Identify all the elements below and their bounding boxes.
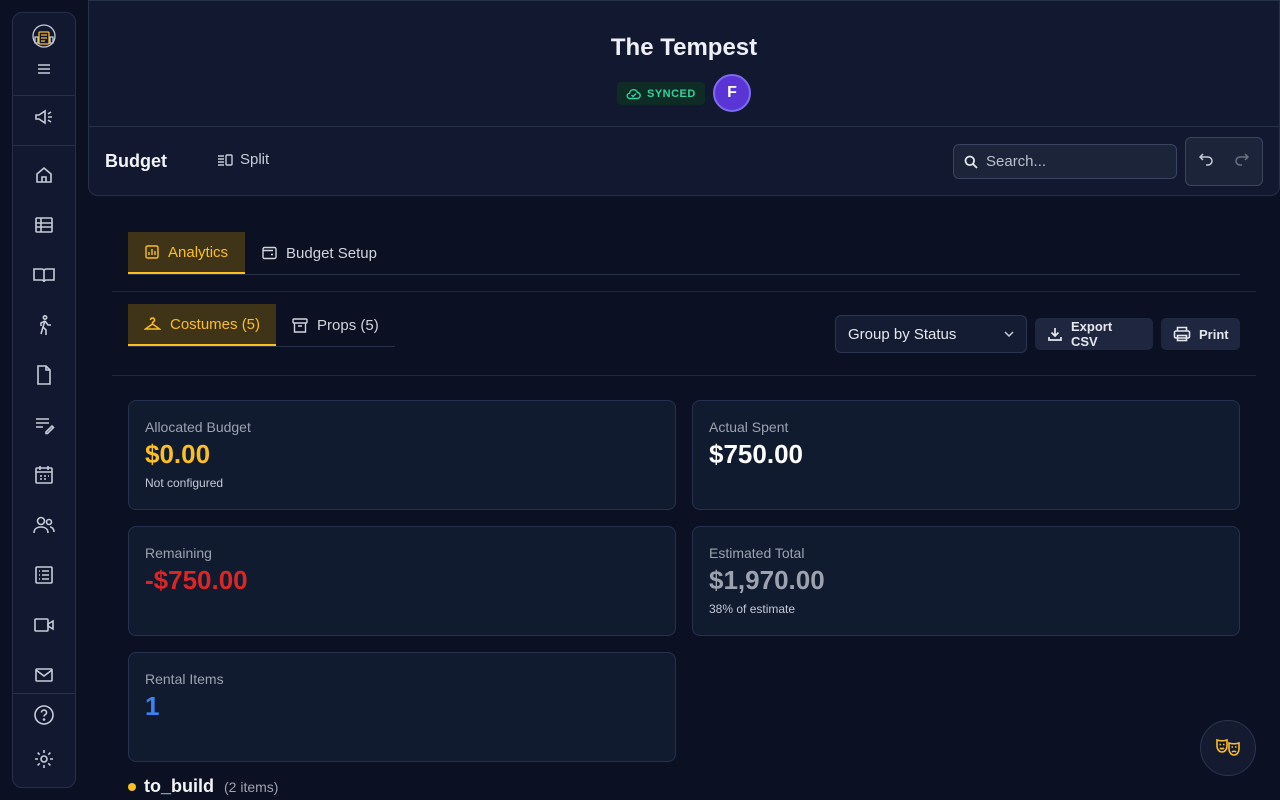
hanger-icon bbox=[144, 317, 161, 331]
page-title: Budget bbox=[105, 151, 167, 171]
card-value: $750.00 bbox=[709, 439, 803, 469]
search-icon bbox=[964, 155, 978, 169]
production-title: The Tempest bbox=[610, 34, 758, 61]
list-icon[interactable] bbox=[13, 555, 75, 595]
group-by-value: Group by Status bbox=[848, 325, 957, 343]
help-icon[interactable] bbox=[13, 695, 75, 735]
card-label: Allocated Budget bbox=[145, 419, 251, 435]
search-input[interactable] bbox=[986, 153, 1166, 170]
split-label: Split bbox=[240, 151, 270, 168]
cloud-check-icon bbox=[626, 88, 641, 100]
mail-icon[interactable] bbox=[13, 655, 75, 695]
allocated-budget-card: Allocated Budget $0.00 Not configured bbox=[128, 400, 676, 510]
search-box[interactable] bbox=[953, 144, 1177, 179]
menu-icon[interactable] bbox=[13, 49, 75, 89]
print-label: Print bbox=[1199, 326, 1229, 342]
download-icon bbox=[1047, 326, 1063, 342]
tab-label: Costumes (5) bbox=[170, 315, 261, 333]
chevron-down-icon bbox=[1004, 331, 1014, 337]
card-note: Not configured bbox=[145, 476, 224, 490]
tab-costumes[interactable]: Costumes (5) bbox=[128, 304, 277, 346]
card-value: 1 bbox=[145, 691, 160, 721]
undo-redo-group bbox=[1185, 137, 1263, 186]
header: The Tempest SYNCED F Budget Split bbox=[88, 0, 1280, 196]
split-button[interactable]: Split bbox=[217, 151, 269, 168]
video-icon[interactable] bbox=[13, 605, 75, 645]
people-icon[interactable] bbox=[13, 505, 75, 545]
notes-icon[interactable] bbox=[13, 405, 75, 445]
status-group-header: to_build (2 items) bbox=[128, 776, 278, 797]
chart-icon bbox=[145, 245, 159, 259]
redo-icon[interactable] bbox=[1233, 152, 1249, 166]
walk-icon[interactable] bbox=[13, 305, 75, 345]
gear-icon[interactable] bbox=[13, 739, 75, 779]
sync-status-badge: SYNCED bbox=[617, 82, 705, 105]
card-label: Actual Spent bbox=[709, 419, 789, 435]
tab-label: Analytics bbox=[168, 243, 229, 261]
card-value: -$750.00 bbox=[145, 565, 248, 595]
status-dot bbox=[128, 782, 136, 791]
calendar-icon[interactable] bbox=[13, 455, 75, 495]
remaining-card: Remaining -$750.00 bbox=[128, 526, 676, 636]
estimated-total-card: Estimated Total $1,970.00 38% of estimat… bbox=[692, 526, 1240, 636]
card-label: Rental Items bbox=[145, 671, 224, 687]
rental-items-card: Rental Items 1 bbox=[128, 652, 676, 762]
card-value: $1,970.00 bbox=[709, 565, 825, 595]
card-note: 38% of estimate bbox=[709, 602, 796, 616]
tab-budget-setup[interactable]: Budget Setup bbox=[245, 232, 394, 274]
tab-props[interactable]: Props (5) bbox=[276, 304, 395, 346]
user-avatar[interactable]: F bbox=[713, 74, 751, 112]
megaphone-icon[interactable] bbox=[13, 97, 75, 137]
category-tabs: Costumes (5) Props (5) bbox=[128, 304, 395, 347]
file-icon[interactable] bbox=[13, 355, 75, 395]
card-label: Remaining bbox=[145, 545, 212, 561]
tab-label: Props (5) bbox=[317, 316, 379, 334]
group-name: to_build bbox=[144, 776, 214, 796]
wallet-icon bbox=[262, 246, 277, 260]
theater-masks-icon bbox=[1215, 737, 1241, 759]
card-value: $0.00 bbox=[145, 439, 211, 469]
view-tabs: Analytics Budget Setup bbox=[128, 232, 1240, 275]
undo-icon[interactable] bbox=[1199, 152, 1215, 166]
split-icon bbox=[217, 153, 233, 167]
box-icon bbox=[292, 317, 308, 333]
export-csv-button[interactable]: Export CSV bbox=[1035, 318, 1153, 350]
group-by-select[interactable]: Group by Status bbox=[835, 315, 1027, 353]
table-icon[interactable] bbox=[13, 205, 75, 245]
tab-label: Budget Setup bbox=[286, 244, 377, 262]
sync-status-text: SYNCED bbox=[647, 87, 696, 100]
tab-analytics[interactable]: Analytics bbox=[128, 232, 246, 274]
home-icon[interactable] bbox=[13, 155, 75, 195]
theater-masks-button[interactable] bbox=[1200, 720, 1256, 776]
group-count: (2 items) bbox=[224, 778, 279, 795]
sidebar bbox=[12, 12, 76, 788]
book-icon[interactable] bbox=[13, 255, 75, 295]
export-csv-label: Export CSV bbox=[1071, 319, 1113, 349]
actual-spent-card: Actual Spent $750.00 bbox=[692, 400, 1240, 510]
print-button[interactable]: Print bbox=[1161, 318, 1240, 350]
card-label: Estimated Total bbox=[709, 545, 805, 561]
printer-icon bbox=[1173, 326, 1191, 342]
